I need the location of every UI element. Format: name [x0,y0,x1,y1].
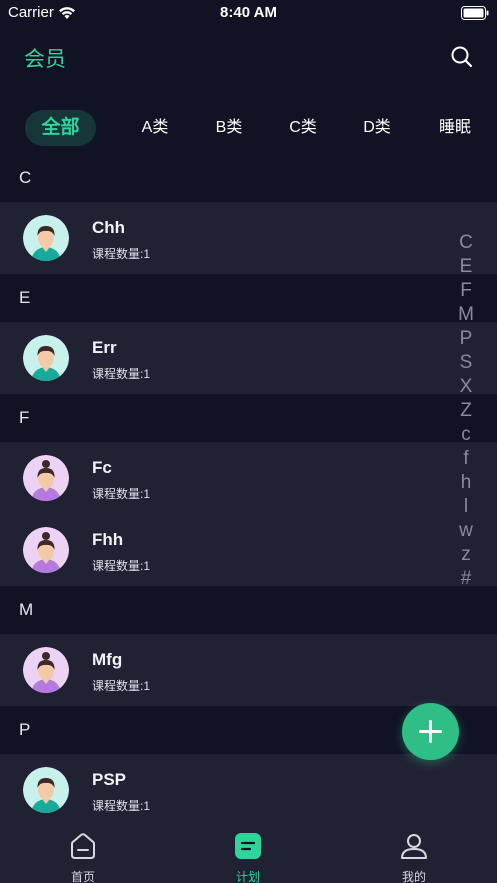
index-letter[interactable]: c [457,423,475,447]
index-letter[interactable]: f [457,447,475,471]
tab-a[interactable]: A类 [130,110,180,146]
member-name: Mfg [92,650,123,669]
index-letter[interactable]: F [457,279,475,303]
member-name: Fhh [92,530,124,549]
female-avatar-icon [23,527,69,573]
bottom-tab-bar: 首页 计划 我的 [0,824,497,883]
avatar [23,335,69,381]
index-letter[interactable]: Z [457,399,475,423]
course-count: 课程数量:1 [92,559,151,573]
tab-all[interactable]: 全部 [25,110,96,146]
index-letter[interactable]: C [457,231,475,255]
member-name: Chh [92,218,126,237]
index-letter[interactable]: P [457,327,475,351]
member-name: Err [92,338,117,357]
course-count: 课程数量:1 [92,799,151,813]
tab-d[interactable]: D类 [352,110,402,146]
section-header-c: C [0,154,497,202]
status-bar: Carrier 8:40 AM [0,0,497,26]
member-row[interactable]: Err 课程数量:1 [0,322,497,394]
tabbar-plan-label: 计划 [235,870,260,883]
alphabet-index[interactable]: C E F M P S X Z c f h l w z # [457,231,475,591]
female-avatar-icon [23,455,69,501]
index-letter[interactable]: E [457,255,475,279]
section-header-m: M [0,586,497,634]
page-title: 会员 [24,48,66,71]
search-button[interactable] [449,44,475,70]
member-row[interactable]: PSP 课程数量:1 [0,754,497,824]
index-letter[interactable]: M [457,303,475,327]
member-row[interactable]: Mfg 课程数量:1 [0,634,497,706]
tabbar-home[interactable]: 首页 [33,824,133,883]
avatar [23,767,69,813]
member-name: Fc [92,458,112,477]
category-tabs: 全部 A类 B类 C类 D类 睡眠 [0,110,497,146]
avatar [23,647,69,693]
course-count: 课程数量:1 [92,487,151,501]
male-avatar-icon [23,767,69,813]
male-avatar-icon [23,215,69,261]
search-icon [451,46,473,68]
section-header-f: F [0,394,497,442]
index-letter[interactable]: S [457,351,475,375]
battery-icon [461,6,489,20]
male-avatar-icon [23,335,69,381]
tabbar-home-label: 首页 [70,870,95,883]
index-letter[interactable]: # [457,567,475,591]
tabbar-profile[interactable]: 我的 [364,824,464,883]
tab-b[interactable]: B类 [204,110,254,146]
tabbar-profile-label: 我的 [401,870,426,883]
profile-icon [401,834,427,859]
member-row[interactable]: Fhh 课程数量:1 [0,514,497,586]
index-letter[interactable]: X [457,375,475,399]
member-row[interactable]: Fc 课程数量:1 [0,442,497,514]
avatar [23,215,69,261]
course-count: 课程数量:1 [92,247,151,261]
add-member-button[interactable] [402,703,459,760]
index-letter[interactable]: z [457,543,475,567]
tabbar-plan[interactable]: 计划 [198,824,298,883]
course-count: 课程数量:1 [92,679,151,693]
tab-sleep[interactable]: 睡眠 [430,110,480,146]
female-avatar-icon [23,647,69,693]
avatar [23,527,69,573]
home-icon [71,833,95,859]
status-time: 8:40 AM [220,4,277,21]
index-letter[interactable]: l [457,495,475,519]
member-row[interactable]: Chh 课程数量:1 [0,202,497,274]
index-letter[interactable]: w [457,519,475,543]
section-header-e: E [0,274,497,322]
member-name: PSP [92,770,127,789]
index-letter[interactable]: h [457,471,475,495]
nav-bar: 会员 [0,30,497,86]
plan-icon [235,833,261,859]
course-count: 课程数量:1 [92,367,151,381]
tab-c[interactable]: C类 [278,110,328,146]
avatar [23,455,69,501]
